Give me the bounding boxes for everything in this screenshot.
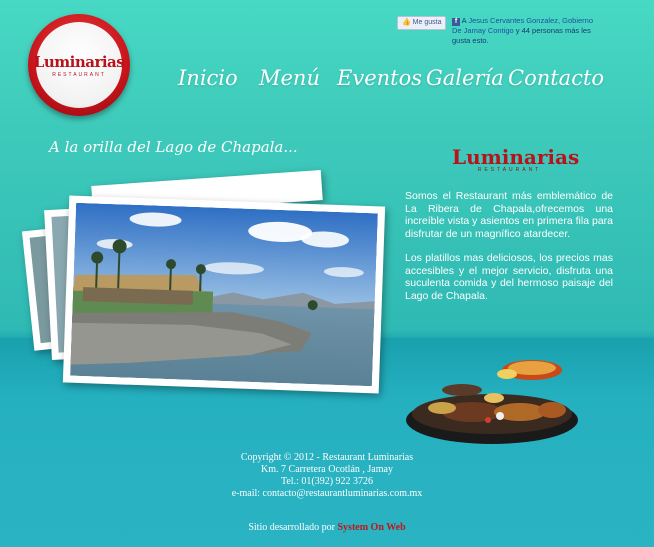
description-paragraph-1: Somos el Restaurant más emblemático de L… <box>405 190 613 240</box>
facebook-social-text: f A Jesus Cervantes Gonzalez, Gobierno D… <box>452 16 602 46</box>
facebook-icon: f <box>452 18 460 26</box>
brand-word: Luminarias <box>452 145 580 169</box>
footer-phone: Tel.: 01(392) 922 3726 <box>280 476 374 487</box>
food-platter-image <box>406 360 578 444</box>
credit-link[interactable]: System On Web <box>337 522 405 533</box>
logo-word: Luminarias <box>33 52 125 71</box>
thumbs-up-icon: 👍 <box>402 19 411 26</box>
nav-item-contacto[interactable]: Contacto <box>508 66 604 90</box>
logo-badge: Luminarias RESTAURANT <box>33 22 125 108</box>
facebook-text-prefix: A <box>461 16 467 25</box>
like-button[interactable]: 👍 Me gusta <box>397 16 447 30</box>
logo-subtitle: RESTAURANT <box>52 71 106 78</box>
credit-prefix: Sitio desarrollado por <box>248 522 335 533</box>
nav-item-inicio[interactable]: Inicio <box>178 66 238 90</box>
footer-email[interactable]: e-mail: contacto@restaurantluminarias.co… <box>150 488 504 500</box>
tagline: A la orilla del Lago de Chapala... <box>49 138 298 156</box>
footer: Copyright © 2012 - Restaurant Luminarias… <box>150 452 504 500</box>
logo[interactable]: Luminarias RESTAURANT <box>28 14 130 116</box>
lake-photo-image <box>70 202 378 387</box>
footer-copyright: Copyright © 2012 - Restaurant Luminarias <box>240 452 414 463</box>
site-credit: Sitio desarrollado por System On Web <box>150 522 504 533</box>
description: Somos el Restaurant más emblemático de L… <box>405 190 613 314</box>
brand-logo: Luminarias RESTAURANT <box>452 145 580 173</box>
like-button-label: Me gusta <box>412 19 442 26</box>
main-nav: Inicio Menú Eventos Galería Contacto <box>175 66 615 100</box>
lake-scene <box>70 202 378 387</box>
nav-item-menu[interactable]: Menú <box>259 66 320 90</box>
nav-item-galeria[interactable]: Galería <box>426 66 504 90</box>
lake-photo[interactable] <box>62 195 386 394</box>
nav-item-eventos[interactable]: Eventos <box>337 66 422 90</box>
description-paragraph-2: Los platillos mas deliciosos, los precio… <box>405 252 613 302</box>
facebook-like-widget: 👍 Me gusta f A Jesus Cervantes Gonzalez,… <box>397 16 602 45</box>
footer-address: Km. 7 Carretera Ocotlán , Jamay <box>261 464 393 475</box>
